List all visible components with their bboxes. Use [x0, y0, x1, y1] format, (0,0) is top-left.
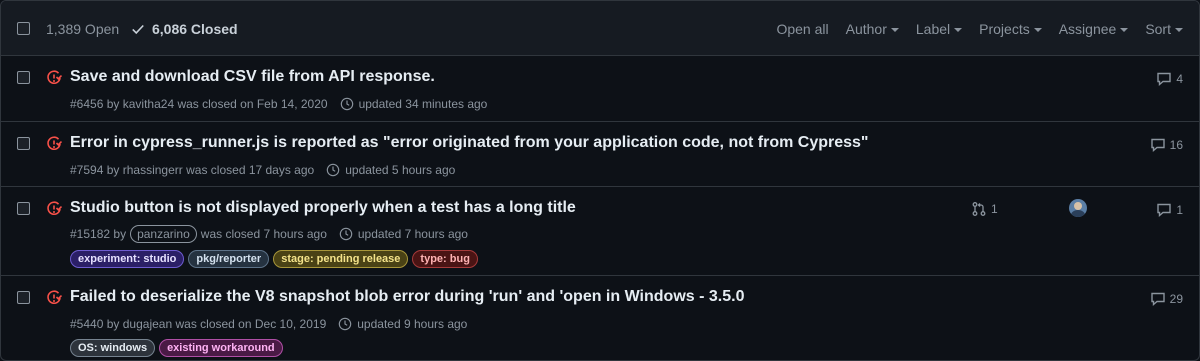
- issue-number: #6456: [70, 97, 104, 111]
- issue-closed-icon: [47, 70, 62, 84]
- label-stage-pending-release[interactable]: stage: pending release: [273, 250, 409, 268]
- comment-count: 1: [1176, 203, 1183, 217]
- assignee-filter[interactable]: Assignee: [1059, 21, 1129, 37]
- comment-icon: [1150, 292, 1165, 307]
- label-os-windows[interactable]: OS: windows: [70, 339, 156, 357]
- issue-labels: experiment: studio pkg/reporter stage: p…: [70, 250, 482, 268]
- issue-meta: #6456 by kavitha24 was closed on Feb 14,…: [70, 97, 487, 111]
- issue-number: #5440: [70, 317, 104, 331]
- issue-row: Studio button is not displayed properly …: [1, 187, 1199, 276]
- issue-closed-icon: [47, 136, 62, 150]
- updated-text: updated 5 hours ago: [345, 163, 456, 177]
- comments-link[interactable]: 29: [1150, 291, 1183, 307]
- label-existing-workaround[interactable]: existing workaround: [159, 339, 283, 357]
- clock-icon: [326, 163, 340, 177]
- label-experiment-studio[interactable]: experiment: studio: [70, 250, 185, 268]
- open-issues-filter[interactable]: 1,389 Open: [46, 21, 119, 37]
- chevron-down-icon: [1175, 28, 1183, 32]
- issues-header: 1,389 Open 6,086 Closed Open all Author …: [1, 1, 1199, 56]
- label-pkg-reporter[interactable]: pkg/reporter: [188, 250, 270, 268]
- issue-author-link[interactable]: rhassingerr: [123, 163, 183, 177]
- closed-count-label: 6,086 Closed: [152, 21, 238, 37]
- issue-meta: #7594 by rhassingerr was closed 17 days …: [70, 163, 455, 177]
- comment-icon: [1157, 72, 1172, 87]
- clock-icon: [338, 317, 352, 331]
- closed-text: was closed on Feb 14, 2020: [177, 97, 328, 111]
- issue-checkbox[interactable]: [17, 291, 30, 304]
- chevron-down-icon: [890, 28, 899, 32]
- clock-icon: [340, 97, 353, 111]
- label-filter-label: Label: [915, 21, 951, 37]
- comment-count: 29: [1169, 292, 1183, 306]
- issue-row: Error in cypress_runner.js is reported a…: [1, 122, 1199, 187]
- by-text: by: [106, 163, 120, 177]
- issue-row: Save and download CSV file from API resp…: [1, 56, 1199, 122]
- issues-list: 1,389 Open 6,086 Closed Open all Author …: [0, 0, 1200, 361]
- issue-title-link[interactable]: Save and download CSV file from API resp…: [70, 68, 435, 86]
- linked-pull-requests[interactable]: 1: [971, 201, 998, 217]
- issue-number: #15182: [70, 227, 111, 241]
- issue-meta: #15182 by panzarino was closed 7 hours a…: [70, 225, 468, 243]
- linked-pr-count: 1: [991, 202, 998, 216]
- by-text: by: [113, 227, 127, 241]
- label-type-bug[interactable]: type: bug: [412, 250, 478, 268]
- updated-text: updated 34 minutes ago: [358, 97, 488, 111]
- issue-title-link[interactable]: Error in cypress_runner.js is reported a…: [70, 134, 869, 152]
- comment-icon: [1157, 203, 1172, 218]
- by-text: by: [106, 317, 120, 331]
- issue-title-link[interactable]: Failed to deserialize the V8 snapshot bl…: [70, 288, 744, 306]
- comment-count: 16: [1169, 138, 1183, 152]
- assignee-filter-label: Assignee: [1058, 21, 1117, 37]
- chevron-down-icon: [954, 28, 963, 32]
- issue-author-link[interactable]: dugajean: [123, 317, 172, 331]
- filter-bar: Open all Author Label Projects Assignee …: [759, 21, 1183, 37]
- issue-title-link[interactable]: Studio button is not displayed properly …: [70, 199, 576, 217]
- projects-filter[interactable]: Projects: [979, 21, 1042, 37]
- comment-icon: [1150, 138, 1165, 153]
- issue-checkbox[interactable]: [17, 202, 30, 215]
- updated-text: updated 7 hours ago: [357, 227, 468, 241]
- assignee-avatar[interactable]: [1069, 199, 1087, 217]
- clock-icon: [339, 227, 353, 241]
- issue-author-link[interactable]: kavitha24: [123, 97, 174, 111]
- issue-meta: #5440 by dugajean was closed on Dec 10, …: [70, 317, 467, 331]
- sort-filter-label: Sort: [1145, 21, 1171, 37]
- comments-link[interactable]: 16: [1150, 137, 1183, 153]
- author-filter[interactable]: Author: [846, 21, 899, 37]
- issue-number: #7594: [70, 163, 104, 177]
- issue-checkbox[interactable]: [17, 71, 30, 84]
- author-filter-label: Author: [845, 21, 887, 37]
- issue-labels: OS: windows existing workaround: [70, 339, 287, 357]
- select-all-checkbox[interactable]: [17, 22, 30, 35]
- chevron-down-icon: [1120, 28, 1129, 32]
- check-icon: [132, 24, 144, 35]
- issue-closed-icon: [47, 290, 62, 304]
- projects-filter-label: Projects: [979, 21, 1030, 37]
- chevron-down-icon: [1033, 28, 1042, 32]
- sort-filter[interactable]: Sort: [1145, 21, 1183, 37]
- issue-checkbox[interactable]: [17, 137, 30, 150]
- issue-author-link[interactable]: panzarino: [130, 225, 197, 243]
- issue-closed-icon: [47, 201, 62, 215]
- comment-count: 4: [1176, 72, 1183, 86]
- pull-request-icon: [972, 202, 986, 216]
- closed-issues-filter[interactable]: 6,086 Closed: [131, 21, 238, 37]
- issue-row: Failed to deserialize the V8 snapshot bl…: [1, 276, 1199, 360]
- closed-text: was closed on Dec 10, 2019: [175, 317, 327, 331]
- updated-text: updated 9 hours ago: [357, 317, 468, 331]
- closed-text: was closed 17 days ago: [186, 163, 315, 177]
- open-all-label: Open all: [776, 21, 829, 37]
- comments-link[interactable]: 1: [1156, 202, 1183, 218]
- by-text: by: [106, 97, 120, 111]
- open-all-button[interactable]: Open all: [776, 21, 828, 37]
- label-filter[interactable]: Label: [915, 21, 963, 37]
- comments-link[interactable]: 4: [1156, 71, 1183, 87]
- closed-text: was closed 7 hours ago: [200, 227, 327, 241]
